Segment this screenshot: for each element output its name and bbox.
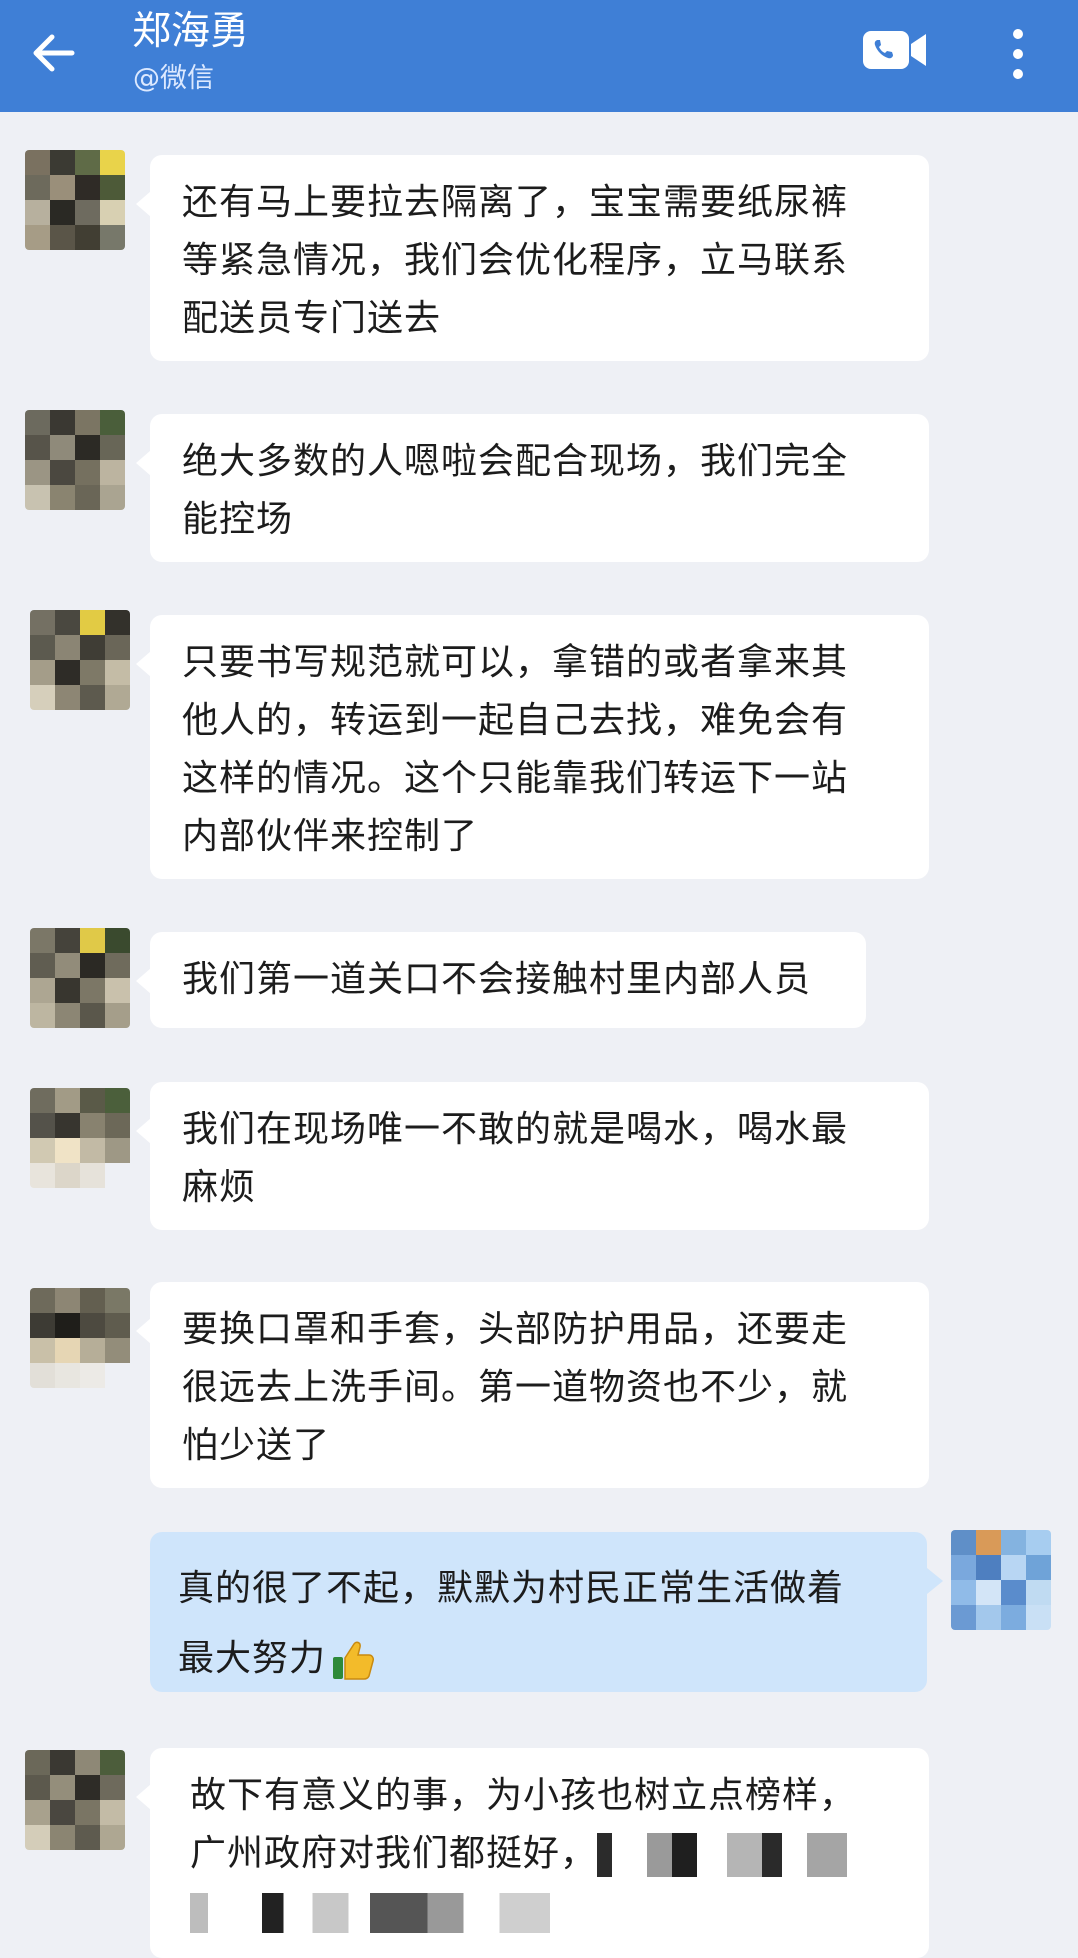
- message-line: 配送员专门送去: [182, 298, 442, 339]
- chat-header: 郑海勇 @微信: [0, 0, 1078, 112]
- contact-avatar[interactable]: [25, 410, 125, 510]
- message-line: 我们在现场唯一不敢的就是喝水，喝水最: [182, 1109, 849, 1150]
- message-line: 他人的，转运到一起自己去找，难免会有: [182, 700, 849, 741]
- message-line: 很远去上洗手间。第一道物资也不少，就: [182, 1367, 849, 1408]
- arrow-left-icon[interactable]: [28, 28, 78, 78]
- message-bubble[interactable]: 只要书写规范就可以，拿错的或者拿来其 他人的，转运到一起自己去找，难免会有 这样…: [136, 615, 929, 879]
- message-line: 真的很了不起，默默为村民正常生活做着: [178, 1568, 845, 1609]
- message-line: 最大努力: [178, 1624, 887, 1694]
- message-line: 能控场: [182, 499, 294, 540]
- contact-avatar[interactable]: [30, 610, 130, 710]
- message-bubble[interactable]: 还有马上要拉去隔离了，宝宝需要纸尿裤 等紧急情况，我们会优化程序，立马联系 配送…: [136, 155, 929, 361]
- message-line: 等紧急情况，我们会优化程序，立马联系: [182, 240, 849, 281]
- thumbs-up-icon: [333, 1641, 375, 1680]
- message-text: 最大努力: [178, 1638, 327, 1679]
- message-bubble[interactable]: 我们在现场唯一不敢的就是喝水，喝水最 麻烦: [136, 1082, 929, 1230]
- message-line: 怕少送了: [182, 1425, 331, 1466]
- contact-avatar[interactable]: [25, 1750, 125, 1850]
- message-line: 绝大多数的人嗯啦会配合现场，我们完全: [182, 441, 849, 482]
- message-bubble[interactable]: 要换口罩和手套，头部防护用品，还要走 很远去上洗手间。第一道物资也不少，就 怕少…: [136, 1282, 929, 1488]
- message-bubble[interactable]: 绝大多数的人嗯啦会配合现场，我们完全 能控场: [136, 414, 929, 562]
- contact-name: 郑海勇: [132, 9, 250, 54]
- message-text: 广州政府对我们都挺好，: [190, 1833, 598, 1874]
- more-vertical-icon[interactable]: [1000, 24, 1036, 84]
- contact-source: @微信: [133, 63, 214, 94]
- message-line: 我们第一道关口不会接触村里内部人员: [182, 959, 812, 1000]
- message-line: 只要书写规范就可以，拿错的或者拿来其: [182, 642, 849, 683]
- message-line: 内部伙伴来控制了: [182, 816, 479, 857]
- message-line: 这样的情况。这个只能靠我们转运下一站: [182, 758, 849, 799]
- message-line: [190, 1883, 901, 1941]
- redacted-text: [597, 1833, 848, 1877]
- contact-avatar[interactable]: [30, 1088, 130, 1188]
- video-call-icon[interactable]: [862, 28, 928, 72]
- message-line: 广州政府对我们都挺好，: [190, 1825, 901, 1883]
- message-bubble[interactable]: 我们第一道关口不会接触村里内部人员: [136, 932, 866, 1028]
- message-line: 故下有意义的事，为小孩也树立点榜样，: [190, 1775, 857, 1816]
- message-line: 要换口罩和手套，头部防护用品，还要走: [182, 1309, 849, 1350]
- contact-avatar[interactable]: [30, 1288, 130, 1388]
- self-avatar[interactable]: [951, 1530, 1051, 1630]
- redacted-text: [190, 1893, 550, 1933]
- contact-avatar[interactable]: [25, 150, 125, 250]
- message-bubble-self[interactable]: 真的很了不起，默默为村民正常生活做着 最大努力: [150, 1532, 943, 1694]
- message-bubble[interactable]: 故下有意义的事，为小孩也树立点榜样， 广州政府对我们都挺好，: [136, 1748, 929, 1958]
- message-line: 还有马上要拉去隔离了，宝宝需要纸尿裤: [182, 182, 849, 223]
- message-line: 麻烦: [182, 1167, 257, 1208]
- contact-avatar[interactable]: [30, 928, 130, 1028]
